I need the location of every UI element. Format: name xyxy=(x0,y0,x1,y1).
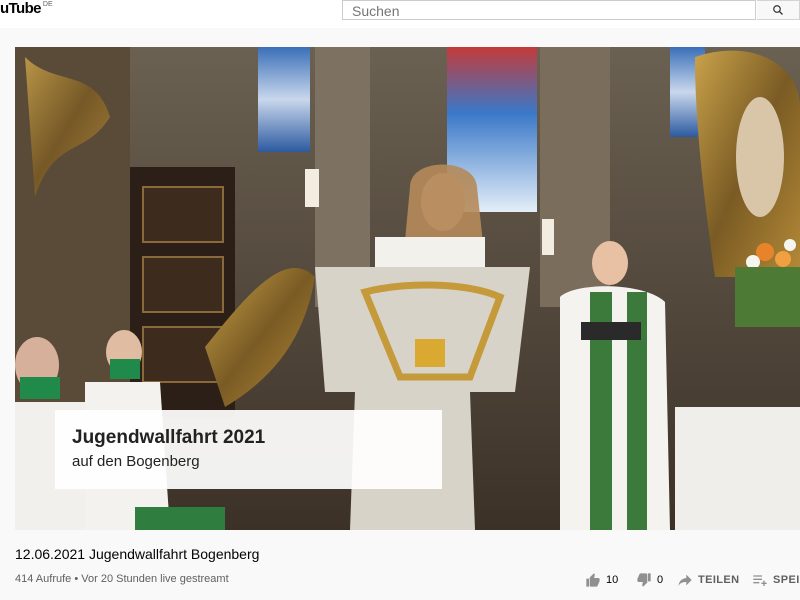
video-player[interactable]: Jugendwallfahrt 2021 auf den Bogenberg xyxy=(15,47,800,530)
logo-text: uTube xyxy=(0,0,41,17)
masthead: uTube DE Suchen xyxy=(0,0,800,28)
overlay-subtitle: auf den Bogenberg xyxy=(72,453,200,470)
search-button[interactable] xyxy=(757,0,800,20)
video-title-overlay: Jugendwallfahrt 2021 auf den Bogenberg xyxy=(55,410,442,489)
dislike-button[interactable]: 0 xyxy=(636,572,663,588)
like-count: 10 xyxy=(606,574,619,586)
thumbs-up-icon xyxy=(586,573,600,587)
stream-time: Vor 20 Stunden live gestreamt xyxy=(81,573,229,585)
share-icon xyxy=(678,574,692,586)
view-count: 414 Aufrufe xyxy=(15,573,72,585)
dislike-count: 0 xyxy=(657,574,664,586)
share-label: TEILEN xyxy=(698,574,740,586)
search-icon xyxy=(773,5,783,15)
search-input[interactable]: Suchen xyxy=(342,0,756,20)
like-button[interactable]: 10 xyxy=(585,572,618,588)
save-label: SPEIC xyxy=(773,574,800,586)
playlist-add-icon xyxy=(753,575,767,586)
share-button[interactable]: TEILEN xyxy=(677,572,740,588)
logo-country-code: DE xyxy=(42,1,53,8)
thumbs-down-icon xyxy=(637,573,651,587)
save-button[interactable]: SPEIC xyxy=(752,572,800,588)
meta-separator: • xyxy=(74,573,79,585)
search-placeholder: Suchen xyxy=(352,3,400,19)
video-title: 12.06.2021 Jugendwallfahrt Bogenberg xyxy=(15,546,260,562)
video-meta: 414 Aufrufe • Vor 20 Stunden live gestre… xyxy=(15,573,229,585)
youtube-logo[interactable]: uTube DE xyxy=(0,0,53,20)
overlay-title: Jugendwallfahrt 2021 xyxy=(72,427,266,448)
